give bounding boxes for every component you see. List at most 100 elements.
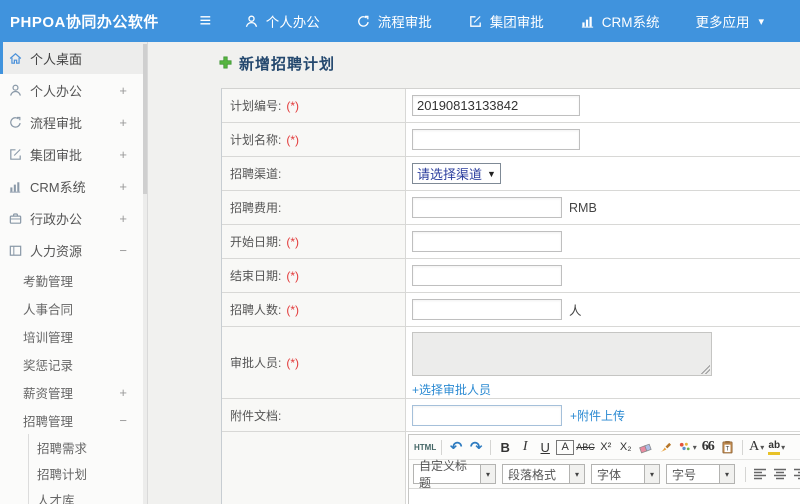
- sidebar-item-human-resources[interactable]: 人力资源 −: [0, 234, 147, 266]
- form-row-approvers: 审批人员: (*) +选择审批人员: [222, 327, 800, 399]
- italic-button[interactable]: I: [516, 438, 534, 456]
- approvers-textarea[interactable]: [412, 332, 712, 376]
- expand-plus-icon[interactable]: +: [119, 385, 127, 400]
- plan-name-input[interactable]: [412, 129, 580, 150]
- field-label: 计划编号:: [230, 99, 282, 113]
- select-caret-icon: ▾: [569, 465, 584, 483]
- topnav-group-approval[interactable]: 集团审批: [468, 11, 544, 31]
- font-color-button[interactable]: A ▾: [748, 438, 766, 456]
- topnav-crm[interactable]: CRM系统: [580, 11, 659, 31]
- choose-approvers-link[interactable]: +选择审批人员: [412, 381, 491, 398]
- sidebar-item-admin-office[interactable]: 行政办公 +: [0, 202, 147, 234]
- font-family-select[interactable]: 字体 ▾: [591, 464, 660, 484]
- headcount-input[interactable]: [412, 299, 562, 320]
- resize-handle[interactable]: [701, 365, 710, 374]
- sidebar-item-attendance[interactable]: 考勤管理: [0, 266, 147, 294]
- sidebar-scrollbar[interactable]: [143, 42, 147, 504]
- attachment-upload-link[interactable]: +附件上传: [570, 407, 625, 424]
- sidebar-label: 招聘计划: [37, 467, 88, 482]
- subscript-button[interactable]: X₂: [617, 438, 635, 456]
- undo-button[interactable]: ↶: [447, 438, 465, 456]
- align-left-button[interactable]: [751, 465, 769, 483]
- sidebar-item-recruit-plan[interactable]: 招聘计划: [29, 460, 147, 486]
- cost-input[interactable]: [412, 197, 562, 218]
- paste-button[interactable]: T: [719, 438, 737, 456]
- form-row-editor: HTML ↶ ↷ B I U A ABC X² X₂ ▾ 66 T A ▾ ab…: [222, 432, 800, 504]
- bold-button[interactable]: B: [496, 438, 514, 456]
- border-text-button[interactable]: A: [556, 439, 575, 455]
- sidebar-item-personal-desktop[interactable]: 个人桌面: [0, 42, 147, 74]
- topnav-label: 更多应用: [695, 15, 750, 30]
- hamburger-menu-icon[interactable]: ≡: [191, 11, 220, 31]
- collapse-minus-icon[interactable]: −: [119, 243, 127, 258]
- highlight-color-button[interactable]: ab ▾: [768, 438, 786, 456]
- user-icon: [8, 83, 23, 98]
- topnav-more-apps[interactable]: 更多应用 ▾: [695, 11, 764, 31]
- sidebar-item-salary[interactable]: 薪资管理 +: [0, 378, 147, 406]
- sidebar-item-recruit-demand[interactable]: 招聘需求: [29, 434, 147, 460]
- required-mark: (*): [286, 234, 300, 249]
- select-value: 字号: [672, 467, 697, 482]
- end-date-input[interactable]: [412, 265, 562, 286]
- field-label: 附件文档:: [230, 408, 282, 423]
- sidebar-item-talent-pool[interactable]: 人才库: [29, 486, 147, 504]
- select-value: 字体: [597, 467, 622, 482]
- sidebar-item-crm[interactable]: CRM系统 +: [0, 170, 147, 202]
- sidebar-item-workflow-approval[interactable]: 流程审批 +: [0, 106, 147, 138]
- sidebar-item-personal-office[interactable]: 个人办公 +: [0, 74, 147, 106]
- blockquote-button[interactable]: 66: [699, 438, 717, 456]
- edit-icon: [8, 147, 23, 162]
- expand-plus-icon[interactable]: +: [119, 211, 127, 226]
- paragraph-format-select[interactable]: 段落格式 ▾: [502, 464, 585, 484]
- editor-content-area[interactable]: [409, 489, 800, 504]
- caret-down-icon: ▾: [760, 442, 765, 452]
- rich-text-editor: HTML ↶ ↷ B I U A ABC X² X₂ ▾ 66 T A ▾ ab…: [408, 434, 800, 504]
- html-source-button[interactable]: HTML: [414, 438, 436, 456]
- align-right-button[interactable]: [791, 465, 800, 483]
- eraser-button[interactable]: [637, 438, 655, 456]
- redo-button[interactable]: ↷: [467, 438, 485, 456]
- font-size-select[interactable]: 字号 ▾: [666, 464, 735, 484]
- sidebar-item-training[interactable]: 培训管理: [0, 322, 147, 350]
- start-date-input[interactable]: [412, 231, 562, 252]
- toolbar-divider: [441, 439, 443, 455]
- align-center-button[interactable]: [771, 465, 789, 483]
- caret-down-icon: ▾: [692, 442, 697, 452]
- attachment-input[interactable]: [412, 404, 562, 426]
- collapse-minus-icon[interactable]: −: [119, 413, 127, 428]
- expand-plus-icon[interactable]: +: [119, 147, 127, 162]
- toolbar-divider: [490, 439, 492, 455]
- sidebar-label: 人才库: [37, 493, 75, 504]
- form-row-plan-number: 计划编号: (*): [222, 89, 800, 123]
- sidebar-item-recruit-mgmt[interactable]: 招聘管理 −: [0, 406, 147, 434]
- top-navigation: 个人办公 流程审批 集团审批 CRM系统 更多应用 ▾: [244, 11, 800, 31]
- expand-plus-icon[interactable]: +: [119, 179, 127, 194]
- color-palette-button[interactable]: ▾: [677, 438, 697, 456]
- flow-arrow-icon: [8, 115, 23, 130]
- topnav-label: 个人办公: [265, 15, 320, 30]
- sidebar-item-group-approval[interactable]: 集团审批 +: [0, 138, 147, 170]
- sidebar-label: 集团审批: [30, 147, 83, 163]
- expand-plus-icon[interactable]: +: [119, 115, 127, 130]
- scrollbar-thumb[interactable]: [143, 44, 147, 194]
- highlight-glyph: ab: [768, 440, 781, 455]
- sidebar-label: 奖惩记录: [23, 358, 74, 373]
- topnav-personal-office[interactable]: 个人办公: [244, 11, 320, 31]
- expand-plus-icon[interactable]: +: [119, 83, 127, 98]
- sidebar: 个人桌面 个人办公 + 流程审批 + 集团审批 + CRM系统 + 行政办公 +: [0, 42, 148, 504]
- plan-number-input[interactable]: [412, 95, 580, 116]
- sidebar-label: 流程审批: [30, 115, 83, 131]
- sidebar-item-rewards[interactable]: 奖惩记录: [0, 350, 147, 378]
- add-plus-icon: [219, 55, 232, 72]
- channel-select[interactable]: 请选择渠道 ▼: [412, 163, 501, 184]
- strikethrough-button[interactable]: ABC: [576, 438, 595, 456]
- custom-heading-select[interactable]: 自定义标题 ▾: [413, 459, 496, 490]
- sidebar-item-hr-contract[interactable]: 人事合同: [0, 294, 147, 322]
- superscript-button[interactable]: X²: [597, 438, 615, 456]
- format-painter-button[interactable]: [657, 438, 675, 456]
- topnav-workflow-approval[interactable]: 流程审批: [356, 11, 432, 31]
- form-row-channel: 招聘渠道: 请选择渠道 ▼: [222, 157, 800, 191]
- page-title: 新增招聘计划: [219, 53, 335, 74]
- book-icon: [8, 243, 23, 258]
- underline-button[interactable]: U: [536, 438, 554, 456]
